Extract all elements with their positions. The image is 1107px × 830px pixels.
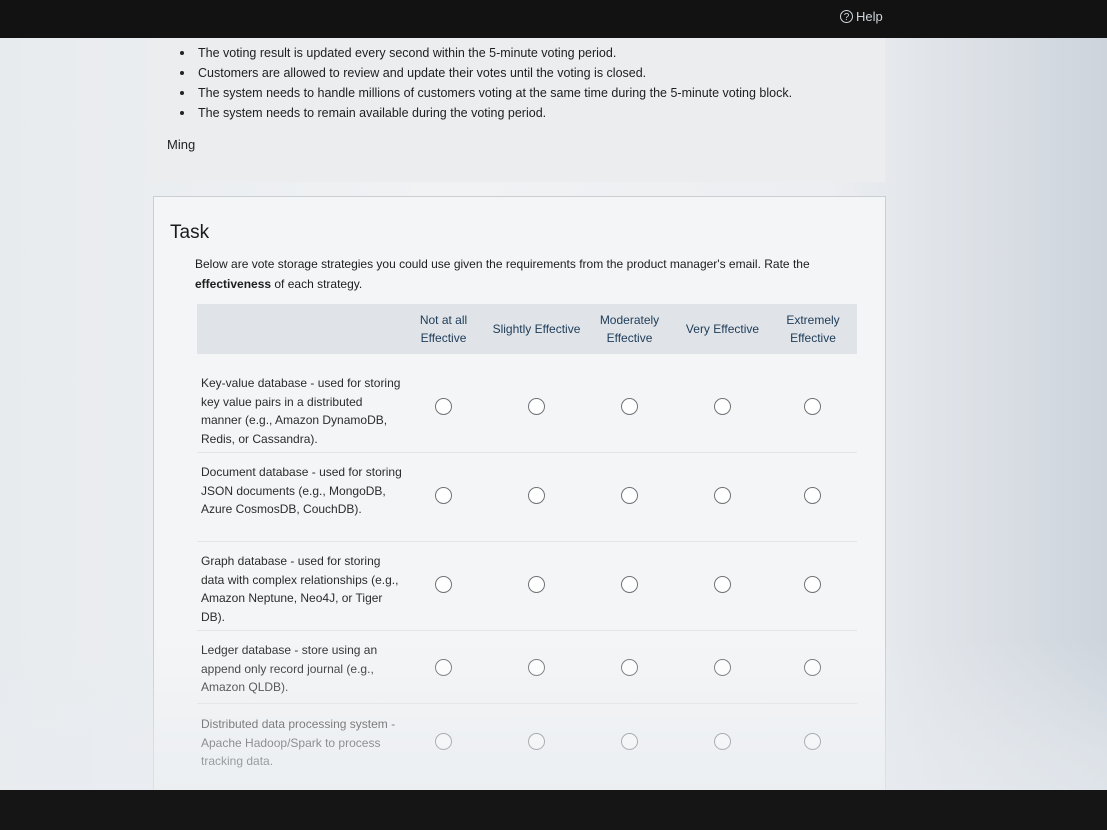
table-row-graph-database: Graph database - used for storing data w…	[197, 542, 857, 631]
column-header-not-at-all-effective: Not at all Effective	[419, 313, 468, 345]
radio-slightly-effective[interactable]	[528, 576, 545, 593]
radio-very-effective[interactable]	[714, 398, 731, 415]
radio-very-effective[interactable]	[714, 659, 731, 676]
table-row-key-value-database: Key-value database - used for storing ke…	[197, 364, 857, 453]
rating-table-header: Not at all Effective Slightly Effective …	[197, 304, 857, 354]
instruction-emphasis: effectiveness	[195, 277, 272, 291]
column-header-slightly-effective: Slightly Effective	[492, 322, 581, 336]
radio-moderately-effective[interactable]	[621, 487, 638, 504]
table-row-distributed-processing: Distributed data processing system - Apa…	[197, 705, 857, 785]
task-title: Task	[170, 222, 210, 243]
radio-slightly-effective[interactable]	[528, 398, 545, 415]
radio-extremely-effective[interactable]	[804, 659, 821, 676]
radio-moderately-effective[interactable]	[621, 733, 638, 750]
help-link[interactable]: ? Help	[840, 9, 883, 24]
content-area: The voting result is updated every secon…	[0, 38, 1107, 828]
radio-very-effective[interactable]	[714, 487, 731, 504]
radio-very-effective[interactable]	[714, 733, 731, 750]
column-header-extremely-effective: Extremely Effective	[786, 313, 840, 345]
requirements-list: The voting result is updated every secon…	[178, 43, 792, 123]
instruction-text: Below are vote storage strategies you co…	[195, 257, 810, 271]
strategy-label: Distributed data processing system - Apa…	[201, 717, 396, 768]
top-bar: ? Help	[0, 0, 1107, 38]
email-panel: The voting result is updated every secon…	[150, 38, 885, 182]
column-header-very-effective: Very Effective	[685, 322, 760, 336]
radio-extremely-effective[interactable]	[804, 733, 821, 750]
radio-slightly-effective[interactable]	[528, 733, 545, 750]
table-row-document-database: Document database - used for storing JSO…	[197, 453, 857, 542]
question-circle-icon: ?	[840, 10, 853, 23]
list-item: The system needs to handle millions of c…	[178, 83, 792, 103]
list-item: The voting result is updated every secon…	[178, 43, 792, 63]
radio-not-at-all-effective[interactable]	[435, 659, 452, 676]
instruction-text-end: of each strategy.	[271, 277, 363, 291]
radio-very-effective[interactable]	[714, 576, 731, 593]
column-header-moderately-effective: Moderately Effective	[599, 313, 660, 345]
list-item: The system needs to remain available dur…	[178, 103, 792, 123]
radio-slightly-effective[interactable]	[528, 487, 545, 504]
table-row-ledger-database: Ledger database - store using an append …	[197, 631, 857, 704]
email-signature: Ming	[167, 137, 196, 152]
radio-extremely-effective[interactable]	[804, 576, 821, 593]
radio-not-at-all-effective[interactable]	[435, 487, 452, 504]
task-instruction: Below are vote storage strategies you co…	[195, 254, 865, 294]
list-item: Customers are allowed to review and upda…	[178, 63, 792, 83]
radio-moderately-effective[interactable]	[621, 659, 638, 676]
radio-extremely-effective[interactable]	[804, 487, 821, 504]
radio-not-at-all-effective[interactable]	[435, 576, 452, 593]
radio-moderately-effective[interactable]	[621, 576, 638, 593]
monitor-bezel	[0, 790, 1107, 830]
radio-slightly-effective[interactable]	[528, 659, 545, 676]
radio-extremely-effective[interactable]	[804, 398, 821, 415]
strategy-label: Graph database - used for storing data w…	[201, 554, 399, 624]
strategy-label: Document database - used for storing JSO…	[201, 465, 402, 516]
radio-not-at-all-effective[interactable]	[435, 733, 452, 750]
task-panel: Task Below are vote storage strategies y…	[153, 196, 886, 796]
radio-moderately-effective[interactable]	[621, 398, 638, 415]
strategy-label: Key-value database - used for storing ke…	[201, 376, 401, 446]
help-label: Help	[856, 9, 883, 24]
strategy-label: Ledger database - store using an append …	[201, 643, 378, 694]
radio-not-at-all-effective[interactable]	[435, 398, 452, 415]
